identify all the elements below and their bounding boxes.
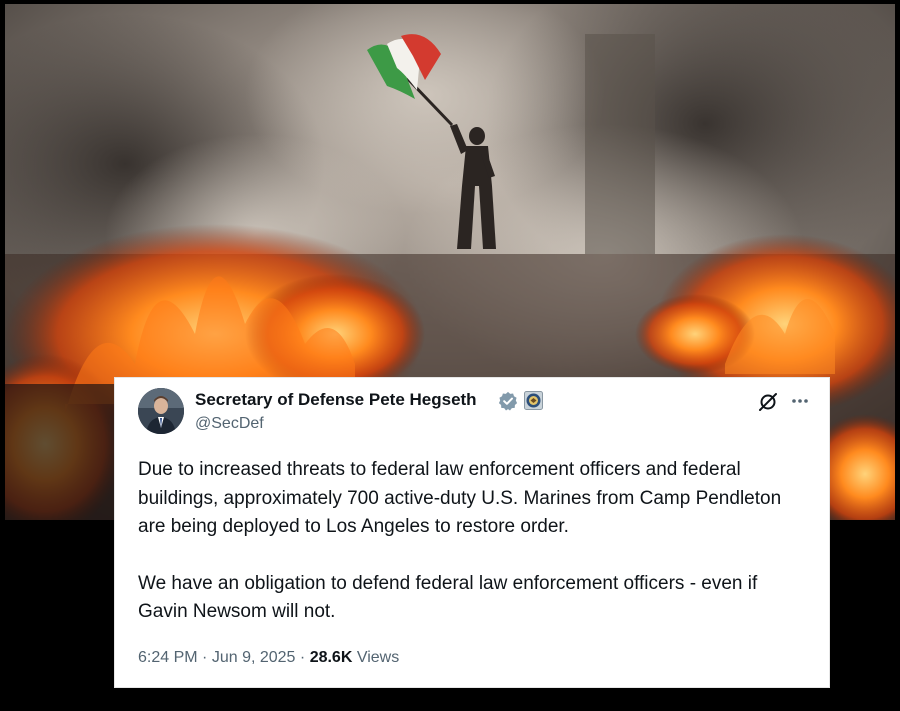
views-label: Views	[356, 649, 400, 666]
avatar[interactable]	[138, 388, 184, 434]
tweet-metadata: 6:24 PM · Jun 9, 2025 · 28.6K Views	[138, 649, 399, 667]
tweet-date[interactable]: Jun 9, 2025	[212, 649, 296, 666]
tweet-paragraph: Due to increased threats to federal law …	[138, 459, 782, 537]
more-options-icon[interactable]	[789, 390, 811, 412]
government-seal-icon[interactable]	[524, 391, 543, 410]
tweet-text: Due to increased threats to federal law …	[138, 456, 810, 627]
author-handle[interactable]: @SecDef	[195, 415, 264, 433]
tweet-time[interactable]: 6:24 PM	[138, 649, 198, 666]
tweet-paragraph: We have an obligation to defend federal …	[138, 572, 758, 623]
views-count[interactable]: 28.6K	[310, 649, 353, 666]
meta-separator: ·	[202, 649, 208, 666]
verified-badge-icon[interactable]	[498, 391, 518, 411]
author-name[interactable]: Secretary of Defense Pete Hegseth	[195, 390, 477, 410]
grok-icon[interactable]	[757, 391, 779, 413]
meta-separator: ·	[299, 649, 306, 666]
tweet-card[interactable]: Secretary of Defense Pete Hegseth @SecDe…	[114, 377, 830, 688]
screenshot-page: Secretary of Defense Pete Hegseth @SecDe…	[0, 0, 900, 711]
